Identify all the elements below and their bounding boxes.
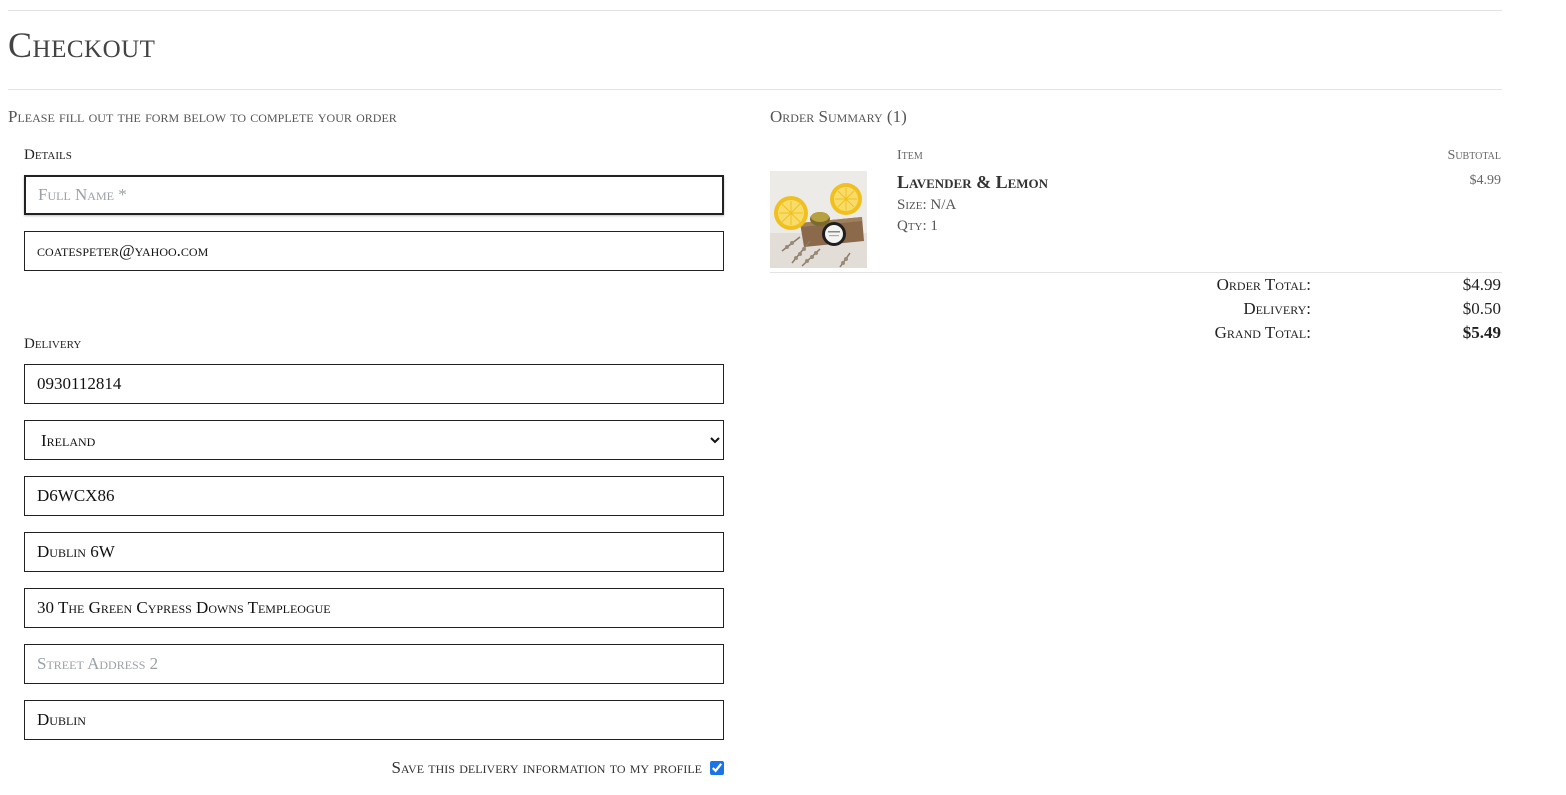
- product-size: Size: N/A: [897, 197, 957, 213]
- item-column-header: Item: [897, 148, 923, 163]
- delivery-legend: Delivery: [24, 336, 82, 352]
- save-info-row: Save this delivery information to my pro…: [24, 757, 724, 779]
- order-summary-title: Order Summary (1): [770, 107, 907, 126]
- details-legend: Details: [24, 147, 72, 163]
- top-divider: [8, 10, 1502, 11]
- product-image[interactable]: [770, 171, 867, 268]
- full-name-input[interactable]: [24, 175, 724, 215]
- form-intro-text: Please fill out the form below to comple…: [8, 107, 397, 126]
- county-input[interactable]: [24, 700, 724, 740]
- save-info-label[interactable]: Save this delivery information to my pro…: [391, 758, 702, 778]
- country-select[interactable]: Ireland: [24, 420, 724, 460]
- product-name: Lavender & Lemon: [897, 172, 1049, 192]
- order-total-label: Order Total:: [1216, 275, 1311, 294]
- delivery-cost-value: $0.50: [1462, 299, 1501, 318]
- title-divider: [8, 89, 1502, 90]
- checkout-page: Checkout Please fill out the form below …: [0, 0, 1566, 795]
- page-title: Checkout: [8, 25, 156, 65]
- grand-total-value: $5.49: [1462, 323, 1501, 342]
- product-subtotal: $4.99: [1469, 173, 1502, 188]
- town-city-input[interactable]: [24, 532, 724, 572]
- order-total-value: $4.99: [1462, 275, 1501, 294]
- summary-divider: [770, 272, 1502, 273]
- lavender-lemon-photo-icon: [770, 171, 867, 268]
- street-address-1-input[interactable]: [24, 588, 724, 628]
- save-info-checkbox[interactable]: [710, 761, 724, 775]
- postcode-input[interactable]: [24, 476, 724, 516]
- street-address-2-input[interactable]: [24, 644, 724, 684]
- phone-number-input[interactable]: [24, 364, 724, 404]
- email-input[interactable]: [24, 231, 724, 271]
- product-qty: Qty: 1: [897, 218, 938, 234]
- grand-total-label: Grand Total:: [1214, 323, 1311, 342]
- delivery-cost-label: Delivery:: [1243, 299, 1311, 318]
- subtotal-column-header: Subtotal: [1447, 148, 1501, 163]
